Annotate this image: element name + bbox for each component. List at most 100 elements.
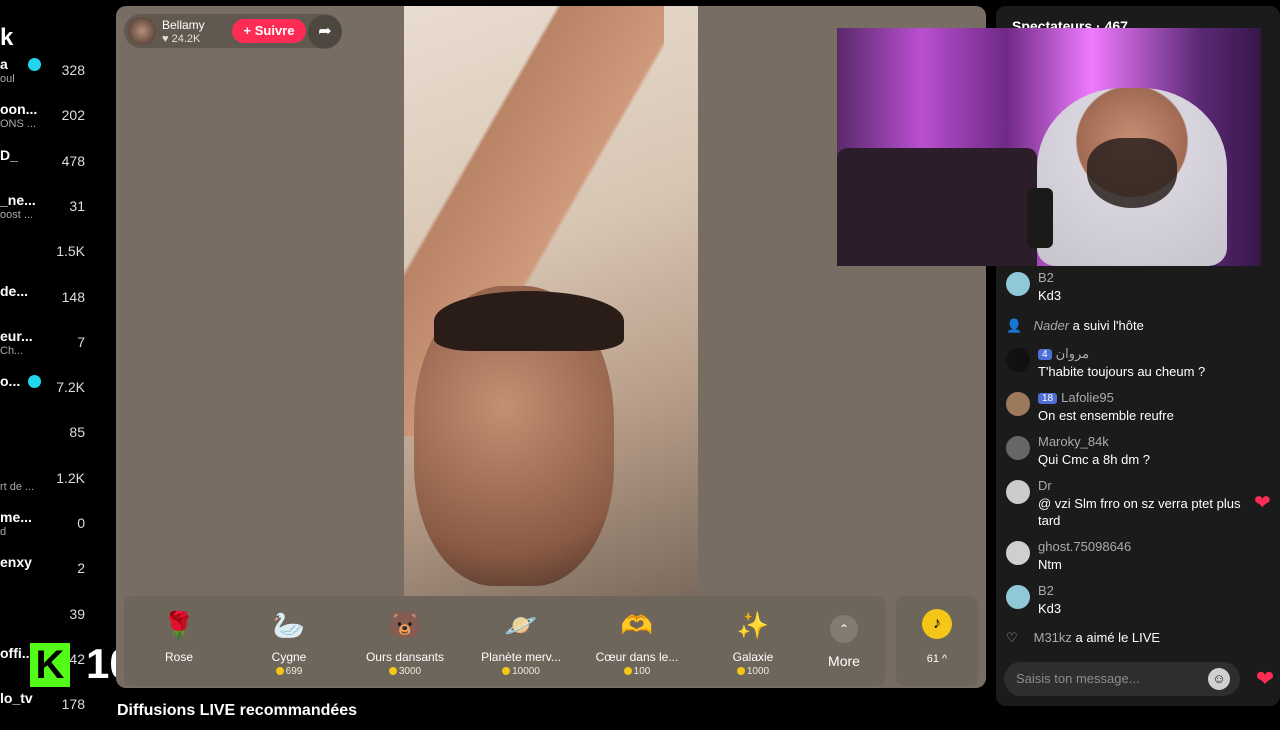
share-icon[interactable]: ➦ bbox=[308, 15, 342, 49]
sidebar-channel[interactable]: 85 bbox=[0, 418, 118, 458]
event-author[interactable]: M31kz bbox=[1034, 630, 1072, 645]
channel-name: me... bbox=[0, 509, 32, 525]
coin-icon: ♪ bbox=[922, 609, 952, 639]
avatar[interactable] bbox=[1006, 585, 1030, 609]
channel-subtitle: rt de ... bbox=[0, 480, 35, 493]
sidebar-title: k bbox=[0, 24, 14, 51]
gift-name: Planète merv... bbox=[481, 650, 561, 664]
channel-name: oon... bbox=[0, 101, 38, 118]
recommended-lives-title: Diffusions LIVE recommandées bbox=[117, 702, 358, 719]
gift-coeur[interactable]: 🫶 Cœur dans le... 100 bbox=[582, 602, 692, 682]
message-author[interactable]: Dr bbox=[1038, 478, 1052, 493]
message-text: Ntm bbox=[1038, 557, 1062, 572]
host-avatar[interactable] bbox=[128, 17, 156, 45]
viewer-count: 0 bbox=[77, 515, 85, 531]
rose-icon: 🌹 bbox=[162, 610, 196, 640]
message-author[interactable]: B2 bbox=[1038, 583, 1054, 598]
event-author[interactable]: Nader bbox=[1034, 318, 1069, 333]
heart-outline-icon: ♡ bbox=[1006, 630, 1018, 645]
sidebar-channel[interactable]: de... 148 bbox=[0, 283, 118, 323]
message-text: Kd3 bbox=[1038, 288, 1062, 303]
sidebar-channel[interactable]: a oul 328 bbox=[0, 56, 118, 96]
coin-icon bbox=[388, 667, 397, 676]
channel-subtitle: ONS ... bbox=[0, 118, 37, 131]
galaxy-icon: ✨ bbox=[736, 610, 770, 640]
sidebar-channel[interactable]: lo_tv 178 bbox=[0, 690, 118, 730]
message-author[interactable]: 18 Lafolie95 bbox=[1038, 390, 1114, 405]
sidebar-channel[interactable]: enxy 2 bbox=[0, 554, 118, 594]
gift-rose[interactable]: 🌹 Rose bbox=[124, 602, 234, 682]
message-text: On est ensemble reufre bbox=[1038, 408, 1174, 423]
sidebar-channel[interactable]: eur... Ch... 7 bbox=[0, 328, 118, 368]
webcam-overlay bbox=[837, 28, 1261, 266]
viewer-count: 178 bbox=[61, 696, 85, 713]
message-author[interactable]: 4 مروان bbox=[1038, 346, 1089, 362]
channel-name: enxy bbox=[0, 554, 32, 571]
coin-icon bbox=[502, 667, 511, 676]
avatar[interactable] bbox=[1006, 541, 1030, 565]
like-heart-icon[interactable]: ❤ bbox=[1252, 666, 1278, 692]
chat-input[interactable]: Saisis ton message... ☺ bbox=[1004, 662, 1240, 696]
sidebar-channel[interactable]: 39 bbox=[0, 600, 118, 640]
channel-name: offi... bbox=[0, 644, 34, 661]
webcam-beard bbox=[1087, 138, 1177, 208]
gift-name: Rose bbox=[164, 650, 193, 664]
message-text: @ vzi Slm frro on sz verra ptet plus tar… bbox=[1038, 496, 1241, 528]
sidebar-channel[interactable]: rt de ... 1.2K bbox=[0, 464, 118, 504]
channel-subtitle: oul bbox=[0, 73, 15, 85]
coin-icon bbox=[736, 667, 745, 676]
avatar[interactable] bbox=[1006, 392, 1030, 416]
gift-cost: 699 bbox=[234, 666, 344, 677]
event-text: a suivi l'hôte bbox=[1072, 318, 1144, 333]
gift-planete[interactable]: 🪐 Planète merv... 10000 bbox=[466, 602, 576, 682]
microphone-icon bbox=[1027, 188, 1053, 248]
message-author[interactable]: B2 bbox=[1038, 270, 1054, 285]
like-event: ♡ M31kz a aimé le LIVE bbox=[1006, 630, 1271, 646]
message-author[interactable]: Maroky_84k bbox=[1038, 434, 1109, 449]
channel-name: _ne... bbox=[0, 191, 36, 208]
gift-name: Cœur dans le... bbox=[595, 650, 679, 664]
sidebar-channel[interactable]: o... 7.2K bbox=[0, 373, 118, 413]
host-name: Bellamy bbox=[162, 18, 205, 32]
viewer-count: 328 bbox=[61, 62, 85, 78]
live-video[interactable] bbox=[404, 6, 698, 596]
viewer-count: 202 bbox=[61, 107, 85, 124]
follow-button[interactable]: + Suivre bbox=[232, 19, 306, 43]
coin-icon bbox=[275, 667, 284, 676]
avatar[interactable] bbox=[1006, 348, 1030, 372]
gift-cygne[interactable]: 🦢 Cygne 699 bbox=[234, 602, 344, 682]
channel-name: o... bbox=[0, 373, 21, 390]
gift-name: Cygne bbox=[271, 650, 307, 664]
avatar[interactable] bbox=[1006, 480, 1030, 504]
coin-balance-button[interactable]: ♪ 61 ^ bbox=[896, 596, 978, 686]
viewer-count: 42 bbox=[69, 650, 85, 667]
gift-cost: 100 bbox=[582, 666, 692, 677]
chat-input-placeholder: Saisis ton message... bbox=[1016, 671, 1140, 686]
viewer-count: 7.2K bbox=[56, 379, 85, 396]
sidebar: k a oul 328 oon... ONS ... 202 D_ 478 _ne... oost… bbox=[0, 0, 179, 720]
sidebar-channel[interactable]: 1.5K bbox=[0, 237, 118, 277]
avatar[interactable] bbox=[1006, 272, 1030, 296]
level-badge: 4 bbox=[1038, 349, 1052, 360]
webcam-couch bbox=[837, 148, 1037, 266]
emoji-icon[interactable]: ☺ bbox=[1208, 668, 1230, 690]
sidebar-channel[interactable]: oon... ONS ... 202 bbox=[0, 101, 118, 141]
gift-ours-dansants[interactable]: 🐻 Ours dansants 3000 bbox=[350, 602, 460, 682]
channel-name: a bbox=[0, 56, 8, 72]
channel-name: eur... bbox=[0, 327, 33, 344]
event-text: a aimé le LIVE bbox=[1075, 630, 1161, 645]
sidebar-channel[interactable]: _ne... oost ... 31 bbox=[0, 192, 118, 232]
follow-event: 👤 Nader a suivi l'hôte bbox=[1006, 318, 1271, 334]
message-text: T'habite toujours au cheum ? bbox=[1038, 364, 1206, 379]
sidebar-channel[interactable]: me... d 0 bbox=[0, 509, 118, 549]
message-author[interactable]: ghost.75098646 bbox=[1038, 539, 1131, 554]
channel-name: de... bbox=[0, 282, 29, 299]
viewer-count: 39 bbox=[69, 605, 85, 622]
chevron-up-icon: ⌃ bbox=[830, 615, 858, 643]
sidebar-channel[interactable]: D_ 478 bbox=[0, 147, 118, 187]
more-gifts-button[interactable]: ⌃ More bbox=[788, 602, 900, 682]
channel-subtitle: oost ... bbox=[0, 208, 34, 221]
avatar[interactable] bbox=[1006, 436, 1030, 460]
message-text: Qui Cmc a 8h dm ? bbox=[1038, 452, 1150, 467]
host-likes: ♥ 24.2K bbox=[162, 33, 201, 45]
